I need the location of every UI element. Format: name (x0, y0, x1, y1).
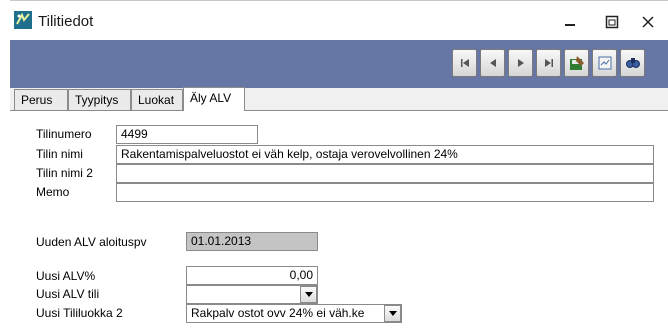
save-button[interactable] (564, 49, 589, 77)
uusi-tililuokka-2-value: Rakpalv ostot ovv 24% ei väh.ke (191, 306, 365, 320)
find-icon (625, 58, 640, 68)
maximize-icon (605, 15, 619, 29)
previous-record-icon (489, 59, 496, 67)
tilin-nimi-2-field[interactable] (116, 164, 654, 183)
window-title: Tilitiedot (38, 13, 94, 30)
uusi-alv-tili-select[interactable] (186, 285, 318, 304)
close-button[interactable] (634, 10, 662, 34)
memo-field[interactable] (116, 183, 654, 202)
uusi-alv-tili-dropdown-button[interactable] (300, 286, 317, 303)
save-icon (569, 56, 584, 70)
uusi-tililuokka-2-dropdown-button[interactable] (384, 305, 401, 322)
uusi-tililuokka-2-select[interactable]: Rakpalv ostot ovv 24% ei väh.ke (186, 304, 402, 323)
tab-label: Tyypitys (75, 93, 119, 107)
tab-perus[interactable]: Perus (14, 89, 68, 110)
memo-label: Memo (36, 185, 70, 199)
tab-label: Perus (21, 93, 53, 107)
print-icon (598, 56, 611, 70)
chevron-down-icon (388, 311, 397, 316)
uusi-tililuokka-2-label: Uusi Tililuokka 2 (36, 306, 123, 320)
tab-tyypitys[interactable]: Tyypitys (68, 89, 131, 110)
chevron-down-icon (304, 292, 313, 297)
close-icon (642, 16, 654, 28)
last-record-icon (544, 59, 553, 67)
minimize-icon (565, 24, 575, 26)
uuden-alv-aloituspv-field[interactable]: 01.01.2013 (186, 232, 318, 251)
tab-label: Äly ALV (190, 91, 232, 105)
tab-panel (10, 110, 668, 330)
next-record-icon (517, 59, 524, 67)
tab-luokat[interactable]: Luokat (131, 89, 183, 110)
tilinumero-field[interactable]: 4499 (116, 125, 258, 144)
uusi-alv-tili-label: Uusi ALV tili (36, 287, 100, 301)
first-record-button[interactable] (452, 49, 477, 77)
previous-record-button[interactable] (480, 49, 505, 77)
tilin-nimi-field[interactable]: Rakentamispalveluostot ei väh kelp, osta… (116, 145, 654, 164)
tilinumero-label: Tilinumero (36, 127, 92, 141)
tilin-nimi-2-label: Tilin nimi 2 (36, 166, 93, 180)
first-record-icon (460, 59, 469, 67)
maximize-button[interactable] (598, 10, 626, 34)
uusi-alv-pct-label: Uusi ALV% (36, 269, 96, 283)
app-icon (14, 11, 32, 29)
last-record-button[interactable] (536, 49, 561, 77)
tilin-nimi-label: Tilin nimi (36, 147, 83, 161)
record-toolbar (452, 49, 648, 79)
find-button[interactable] (620, 49, 645, 77)
tab-aly-alv[interactable]: Äly ALV (183, 87, 245, 111)
next-record-button[interactable] (508, 49, 533, 77)
minimize-button[interactable] (556, 10, 584, 34)
tab-label: Luokat (138, 93, 175, 107)
uusi-alv-pct-field[interactable]: 0,00 (186, 266, 318, 285)
uuden-alv-aloituspv-label: Uuden ALV aloituspv (36, 235, 147, 249)
print-button[interactable] (592, 49, 617, 77)
